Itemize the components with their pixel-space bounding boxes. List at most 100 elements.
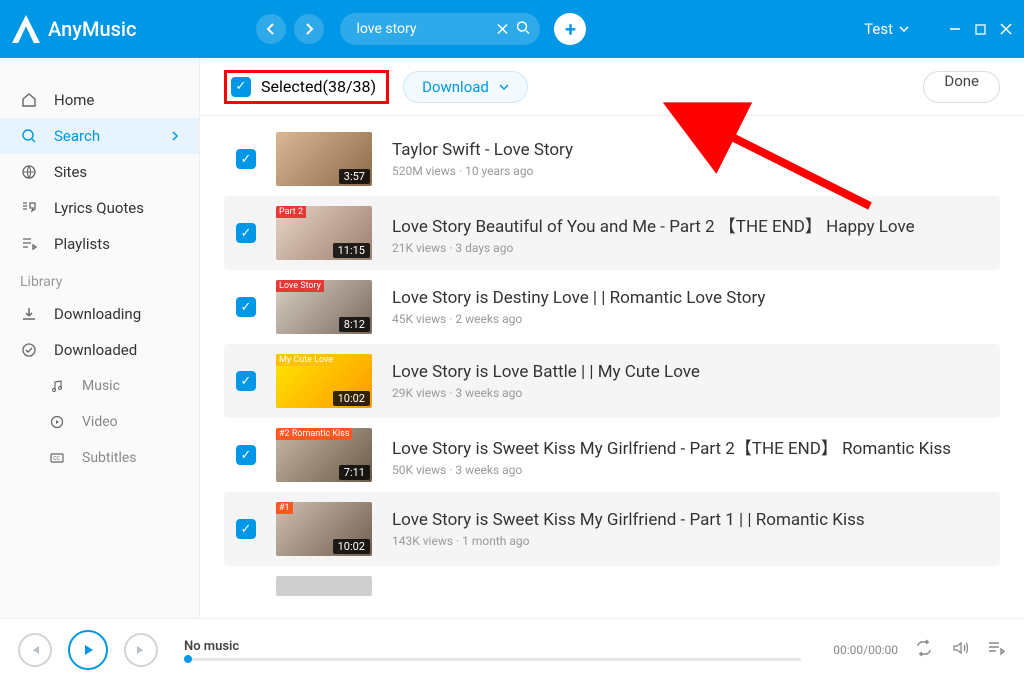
now-playing-title: No music	[184, 639, 801, 654]
nav-back-button[interactable]	[256, 14, 286, 44]
result-row[interactable]: ✓ 3:57 Taylor Swift - Love Story 520M vi…	[224, 122, 1000, 196]
sidebar-item-home[interactable]: Home	[0, 82, 199, 118]
window-close-button[interactable]	[1000, 20, 1012, 39]
search-input[interactable]	[340, 13, 540, 45]
result-title: Taylor Swift - Love Story	[392, 140, 988, 160]
search-submit-button[interactable]	[516, 20, 530, 39]
player-queue-button[interactable]	[986, 638, 1006, 662]
row-checkbox[interactable]: ✓	[236, 223, 256, 243]
search-wrap	[340, 13, 540, 45]
result-row[interactable]	[224, 566, 1000, 606]
play-icon	[80, 642, 96, 658]
playlist-icon	[20, 236, 38, 252]
duration-badge: 11:15	[333, 243, 370, 258]
sidebar-item-playlists[interactable]: Playlists	[0, 226, 199, 262]
sidebar-item-downloaded[interactable]: Downloaded	[0, 332, 199, 368]
chevron-right-icon	[303, 23, 315, 35]
skip-back-icon	[28, 643, 42, 657]
check-circle-icon	[20, 342, 38, 358]
download-button-label: Download	[422, 78, 489, 96]
result-thumbnail[interactable]	[276, 576, 372, 596]
result-row[interactable]: ✓ Part 211:15 Love Story Beautiful of Yo…	[224, 196, 1000, 270]
maximize-icon	[975, 24, 986, 35]
result-thumbnail[interactable]: My Cute Love10:02	[276, 354, 372, 408]
result-thumbnail[interactable]: Love Story8:12	[276, 280, 372, 334]
app-logo: AnyMusic	[12, 15, 136, 43]
queue-icon	[986, 638, 1006, 658]
add-button[interactable]: +	[554, 13, 586, 45]
sidebar-item-label: Playlists	[54, 235, 110, 253]
sidebar-item-downloading[interactable]: Downloading	[0, 296, 199, 332]
search-clear-button[interactable]	[497, 20, 508, 39]
test-menu[interactable]: Test	[864, 20, 909, 38]
sidebar-item-label: Sites	[54, 163, 87, 181]
result-meta: 21K views · 3 days ago	[392, 241, 988, 255]
result-row[interactable]: ✓ #110:02 Love Story is Sweet Kiss My Gi…	[224, 492, 1000, 566]
sidebar-sub-music[interactable]: Music	[0, 368, 199, 404]
sidebar-item-label: Lyrics Quotes	[54, 199, 144, 217]
result-row[interactable]: ✓ Love Story8:12 Love Story is Destiny L…	[224, 270, 1000, 344]
player-time: 00:00/00:00	[833, 643, 898, 657]
close-icon	[497, 24, 508, 35]
sidebar-item-sites[interactable]: Sites	[0, 154, 199, 190]
result-row[interactable]: ✓ #2 Romantic Kiss7:11 Love Story is Swe…	[224, 418, 1000, 492]
result-thumbnail[interactable]: #110:02	[276, 502, 372, 556]
player-prev-button[interactable]	[18, 633, 52, 667]
logo-mark-icon	[12, 15, 40, 43]
player-play-button[interactable]	[68, 630, 108, 670]
player-repeat-button[interactable]	[914, 638, 934, 662]
result-info: Love Story is Sweet Kiss My Girlfriend -…	[392, 434, 988, 477]
window-minimize-button[interactable]	[949, 20, 961, 39]
result-info: Love Story is Destiny Love | | Romantic …	[392, 288, 988, 326]
app-name: AnyMusic	[48, 17, 136, 41]
result-info: Love Story is Sweet Kiss My Girlfriend -…	[392, 510, 988, 548]
player-progress-bar[interactable]	[184, 658, 801, 661]
player-bar: No music 00:00/00:00	[0, 618, 1024, 680]
titlebar: AnyMusic + Test	[0, 0, 1024, 58]
result-title: Love Story is Sweet Kiss My Girlfriend -…	[392, 434, 988, 459]
sidebar-item-label: Home	[54, 91, 94, 109]
done-button-label: Done	[944, 72, 979, 90]
result-meta: 29K views · 3 weeks ago	[392, 386, 988, 400]
result-title: Love Story Beautiful of You and Me - Par…	[392, 212, 988, 237]
result-meta: 50K views · 3 weeks ago	[392, 463, 988, 477]
progress-handle[interactable]	[184, 655, 192, 663]
sidebar-item-label: Video	[82, 414, 118, 430]
repeat-icon	[914, 638, 934, 658]
window-maximize-button[interactable]	[975, 20, 986, 39]
main: ✓ Selected(38/38) Download Done ✓ 3:57 T…	[200, 58, 1024, 618]
result-thumbnail[interactable]: 3:57	[276, 132, 372, 186]
duration-badge: 8:12	[339, 317, 370, 332]
download-icon	[20, 306, 38, 322]
sidebar-item-search[interactable]: Search	[0, 118, 199, 154]
sidebar-sub-subtitles[interactable]: CC Subtitles	[0, 440, 199, 476]
nav-forward-button[interactable]	[294, 14, 324, 44]
sidebar-item-lyrics[interactable]: Lyrics Quotes	[0, 190, 199, 226]
sidebar-item-label: Music	[82, 378, 120, 394]
chevron-left-icon	[265, 23, 277, 35]
plus-icon: +	[565, 17, 576, 41]
sidebar-sub-video[interactable]: Video	[0, 404, 199, 440]
window-controls	[949, 20, 1012, 39]
download-button[interactable]: Download	[403, 71, 528, 103]
row-checkbox[interactable]: ✓	[236, 519, 256, 539]
select-all-checkbox[interactable]: ✓	[231, 77, 251, 97]
row-checkbox[interactable]: ✓	[236, 445, 256, 465]
row-checkbox[interactable]: ✓	[236, 371, 256, 391]
player-volume-button[interactable]	[950, 638, 970, 662]
result-info: Taylor Swift - Love Story 520M views · 1…	[392, 140, 988, 178]
done-button[interactable]: Done	[923, 71, 1000, 103]
row-checkbox[interactable]: ✓	[236, 297, 256, 317]
player-progress-area: No music	[184, 639, 801, 661]
globe-icon	[20, 164, 38, 180]
chevron-down-icon	[899, 26, 909, 32]
result-thumbnail[interactable]: #2 Romantic Kiss7:11	[276, 428, 372, 482]
player-next-button[interactable]	[124, 633, 158, 667]
duration-badge: 10:02	[333, 539, 370, 554]
sidebar: Home Search Sites Lyrics Quotes Playlist…	[0, 58, 200, 618]
results-list[interactable]: ✓ 3:57 Taylor Swift - Love Story 520M vi…	[200, 116, 1024, 618]
sidebar-item-label: Search	[54, 127, 100, 145]
result-thumbnail[interactable]: Part 211:15	[276, 206, 372, 260]
row-checkbox[interactable]: ✓	[236, 149, 256, 169]
result-row[interactable]: ✓ My Cute Love10:02 Love Story is Love B…	[224, 344, 1000, 418]
